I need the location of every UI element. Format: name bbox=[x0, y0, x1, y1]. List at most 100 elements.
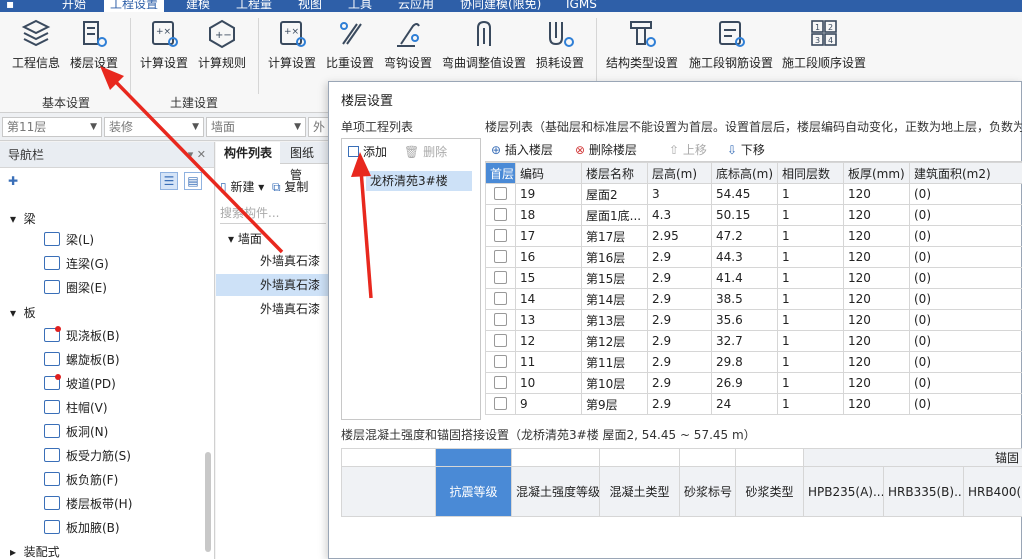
floor-code[interactable]: 19 bbox=[515, 183, 582, 205]
component-row-selected[interactable]: 外墙真石漆 bbox=[216, 274, 328, 296]
floor-code[interactable]: 12 bbox=[515, 330, 582, 352]
loss-settings-button[interactable]: 损耗设置 bbox=[532, 18, 588, 80]
floor-row[interactable]: 19 屋面2 3 54.45 1 120 (0) bbox=[485, 183, 1022, 205]
floor-area[interactable]: (0) bbox=[909, 183, 1022, 205]
floor-row[interactable]: 14 第14层 2.9 38.5 1 120 (0) bbox=[485, 288, 1022, 310]
component-row[interactable]: 外墙真石漆 bbox=[216, 298, 328, 320]
new-button[interactable]: ▯ 新建 ▾ bbox=[220, 180, 264, 194]
floor-height[interactable]: 3 bbox=[647, 183, 712, 205]
col-same-floors[interactable]: 相同层数 bbox=[777, 162, 844, 184]
nav-item-spiral-slab[interactable]: 螺旋板(B) bbox=[44, 349, 120, 371]
floor-base-elevation[interactable]: 44.3 bbox=[711, 246, 778, 268]
floor-base-elevation[interactable]: 35.6 bbox=[711, 309, 778, 331]
floor-row[interactable]: 10 第10层 2.9 26.9 1 120 (0) bbox=[485, 372, 1022, 394]
add-project-button[interactable]: 添加 bbox=[348, 143, 387, 160]
component-row[interactable]: 外墙真石漆 bbox=[216, 250, 328, 272]
floor-slab-thickness[interactable]: 120 bbox=[843, 372, 910, 394]
floor-row[interactable]: 11 第11层 2.9 29.8 1 120 (0) bbox=[485, 351, 1022, 373]
floor-code[interactable]: 9 bbox=[515, 393, 582, 415]
floor-row[interactable]: 18 屋面1底... 4.3 50.15 1 120 (0) bbox=[485, 204, 1022, 226]
menu-cloud[interactable]: 云应用 bbox=[392, 0, 440, 12]
concrete-col-mortar-type[interactable]: 砂浆类型 bbox=[735, 466, 804, 517]
move-down-button[interactable]: ⇩ 下移 bbox=[727, 141, 765, 158]
nav-item-slab-rebar[interactable]: 板受力筋(S) bbox=[44, 445, 131, 467]
project-item[interactable]: 龙桥清苑3#楼 bbox=[366, 171, 472, 191]
floor-height[interactable]: 2.9 bbox=[647, 330, 712, 352]
tree-view-icon[interactable]: ▤ bbox=[184, 172, 202, 190]
copy-button[interactable]: ⧉ 复制 bbox=[272, 180, 308, 194]
floor-code[interactable]: 17 bbox=[515, 225, 582, 247]
floor-same-count[interactable]: 1 bbox=[777, 183, 844, 205]
floor-base-elevation[interactable]: 54.45 bbox=[711, 183, 778, 205]
nav-item-negative-rebar[interactable]: 板负筋(F) bbox=[44, 469, 118, 491]
concrete-col-hpb235[interactable]: HPB235(A)... bbox=[803, 466, 884, 517]
floor-same-count[interactable]: 1 bbox=[777, 393, 844, 415]
hook-settings-button[interactable]: 弯钩设置 bbox=[380, 18, 436, 80]
list-view-icon[interactable]: ☰ bbox=[160, 172, 178, 190]
floor-slab-thickness[interactable]: 120 bbox=[843, 330, 910, 352]
floor-name[interactable]: 屋面2 bbox=[581, 183, 648, 205]
component-search-input[interactable]: 搜索构件... bbox=[220, 204, 326, 224]
floor-base-elevation[interactable]: 32.7 bbox=[711, 330, 778, 352]
floor-same-count[interactable]: 1 bbox=[777, 288, 844, 310]
floor-height[interactable]: 2.9 bbox=[647, 393, 712, 415]
first-floor-checkbox[interactable] bbox=[494, 313, 507, 326]
floor-slab-thickness[interactable]: 120 bbox=[843, 204, 910, 226]
segment-order-button[interactable]: 1234 施工段顺序设置 bbox=[778, 18, 870, 80]
first-floor-checkbox[interactable] bbox=[494, 334, 507, 347]
first-floor-checkbox[interactable] bbox=[494, 397, 507, 410]
first-floor-checkbox[interactable] bbox=[494, 250, 507, 263]
floor-height[interactable]: 4.3 bbox=[647, 204, 712, 226]
tab-drawing-manager[interactable]: 图纸管 bbox=[282, 142, 328, 182]
floor-base-elevation[interactable]: 26.9 bbox=[711, 372, 778, 394]
floor-height[interactable]: 2.9 bbox=[647, 246, 712, 268]
nav-item-ramp[interactable]: 坡道(PD) bbox=[44, 373, 116, 395]
floor-area[interactable]: (0) bbox=[909, 225, 1022, 247]
first-floor-checkbox[interactable] bbox=[494, 229, 507, 242]
floor-name[interactable]: 第12层 bbox=[581, 330, 648, 352]
nav-item-slab-haunch[interactable]: 板加腋(B) bbox=[44, 517, 120, 539]
menu-quantity[interactable]: 工程量 bbox=[230, 0, 278, 12]
floor-height[interactable]: 2.95 bbox=[647, 225, 712, 247]
floor-height[interactable]: 2.9 bbox=[647, 267, 712, 289]
floor-base-elevation[interactable]: 47.2 bbox=[711, 225, 778, 247]
col-base-elevation[interactable]: 底标高(m) bbox=[711, 162, 778, 184]
menu-project-settings[interactable]: 工程设置 bbox=[104, 0, 165, 12]
floor-slab-thickness[interactable]: 120 bbox=[843, 288, 910, 310]
insert-floor-button[interactable]: ⊕ 插入楼层 bbox=[491, 141, 553, 158]
floor-slab-thickness[interactable]: 120 bbox=[843, 183, 910, 205]
concrete-col-seismic[interactable]: 抗震等级 bbox=[435, 466, 512, 517]
floor-name[interactable]: 屋面1底... bbox=[581, 204, 648, 226]
delete-project-button[interactable]: 🗑 删除 bbox=[404, 143, 447, 160]
floor-name[interactable]: 第14层 bbox=[581, 288, 648, 310]
floor-same-count[interactable]: 1 bbox=[777, 204, 844, 226]
floor-same-count[interactable]: 1 bbox=[777, 309, 844, 331]
floor-name[interactable]: 第17层 bbox=[581, 225, 648, 247]
first-floor-checkbox[interactable] bbox=[494, 292, 507, 305]
floor-same-count[interactable]: 1 bbox=[777, 246, 844, 268]
floor-base-elevation[interactable]: 41.4 bbox=[711, 267, 778, 289]
density-settings-button[interactable]: 比重设置 bbox=[324, 18, 376, 80]
type-select[interactable]: 墙面 ▼ bbox=[206, 117, 306, 137]
floor-code[interactable]: 11 bbox=[515, 351, 582, 373]
nav-group-beam[interactable]: ▾ 梁 bbox=[10, 210, 36, 227]
floor-base-elevation[interactable]: 24 bbox=[711, 393, 778, 415]
floor-select[interactable]: 第11层 ▼ bbox=[2, 117, 102, 137]
floor-area[interactable]: (0) bbox=[909, 330, 1022, 352]
concrete-col-hrb335[interactable]: HRB335(B)... bbox=[883, 466, 964, 517]
col-code[interactable]: 编码 bbox=[515, 162, 582, 184]
floor-name[interactable]: 第10层 bbox=[581, 372, 648, 394]
first-floor-checkbox[interactable] bbox=[494, 355, 507, 368]
nav-item-column-cap[interactable]: 柱帽(V) bbox=[44, 397, 108, 419]
floor-same-count[interactable]: 1 bbox=[777, 225, 844, 247]
delete-floor-button[interactable]: ⊗ 删除楼层 bbox=[575, 141, 637, 158]
floor-area[interactable]: (0) bbox=[909, 246, 1022, 268]
menu-igms[interactable]: IGMS bbox=[560, 0, 603, 12]
nav-item-slab-band[interactable]: 楼层板带(H) bbox=[44, 493, 132, 515]
floor-slab-thickness[interactable]: 120 bbox=[843, 393, 910, 415]
floor-row[interactable]: 9 第9层 2.9 24 1 120 (0) bbox=[485, 393, 1022, 415]
first-floor-checkbox[interactable] bbox=[494, 271, 507, 284]
floor-slab-thickness[interactable]: 120 bbox=[843, 309, 910, 331]
nav-group-prefab[interactable]: ▸ 装配式 bbox=[10, 543, 60, 559]
floor-code[interactable]: 18 bbox=[515, 204, 582, 226]
